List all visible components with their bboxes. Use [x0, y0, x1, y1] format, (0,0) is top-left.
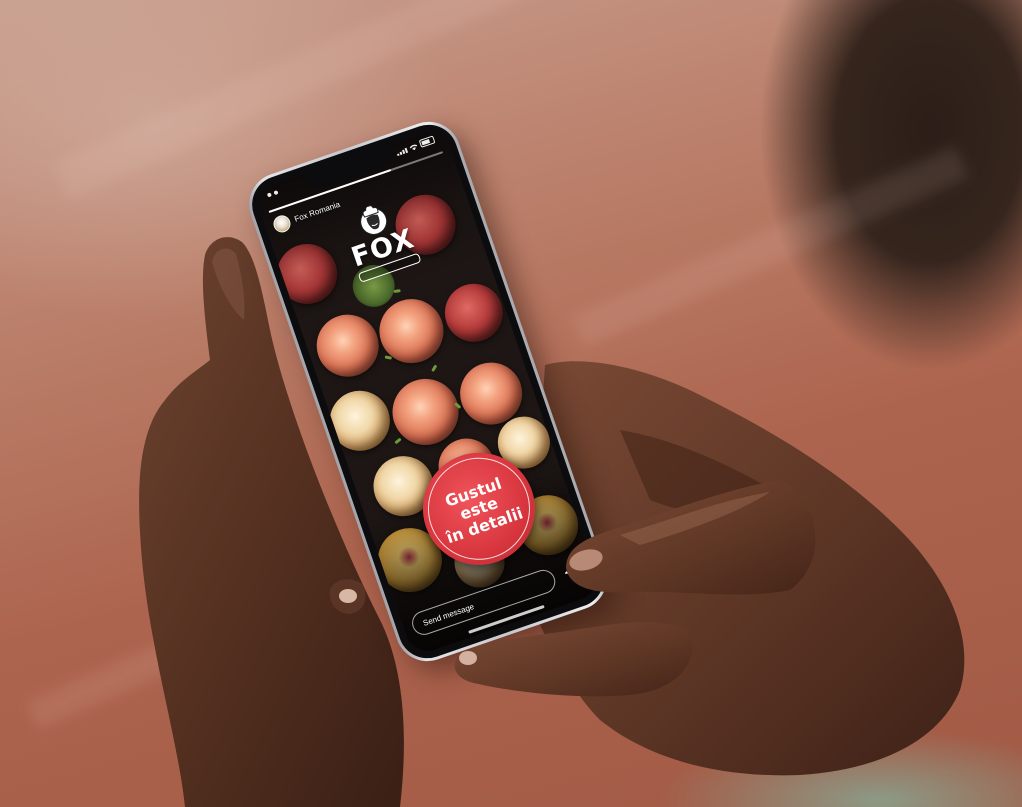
fingernail [339, 589, 357, 603]
fingernail [459, 651, 477, 665]
hands-front-layer [329, 480, 816, 697]
right-fingers [454, 622, 693, 697]
right-thumb [566, 480, 816, 595]
